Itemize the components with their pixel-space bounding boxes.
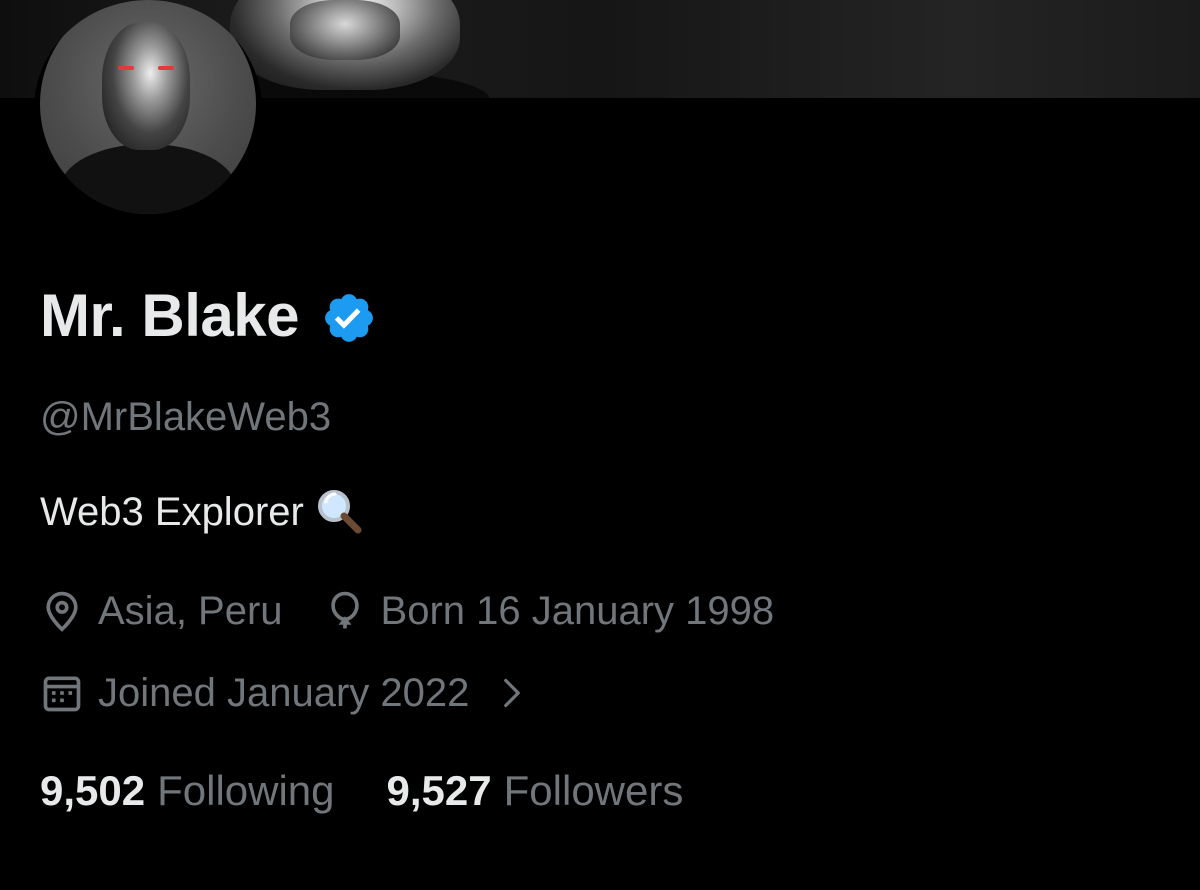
user-handle: @MrBlakeWeb3 (40, 395, 332, 439)
following-link[interactable]: 9,502 Following (40, 764, 335, 818)
banner-chrome-mask (230, 0, 460, 90)
location-text: Asia, Peru (98, 589, 283, 633)
avatar-photo (40, 0, 256, 214)
follow-stats: 9,502 Following 9,527 Followers (40, 764, 683, 818)
location-item: Asia, Peru (40, 586, 283, 636)
avatar-eye-left (118, 66, 134, 70)
joined-text: Joined January 2022 (98, 671, 470, 715)
balloon-icon (330, 591, 359, 629)
avatar-eye-right (158, 66, 174, 70)
calendar-icon (43, 676, 81, 712)
avatar-body (60, 144, 236, 214)
bio: Web3 Explorer (40, 486, 366, 538)
followers-label: Followers (503, 767, 684, 814)
birthday-text: Born 16 January 1998 (380, 589, 775, 633)
display-name: Mr. Blake (40, 282, 299, 349)
location-pin-icon (46, 591, 78, 632)
following-count: 9,502 (40, 767, 146, 814)
avatar-chrome-mask (102, 22, 190, 150)
following-label: Following (157, 767, 335, 814)
profile-meta-row-1: Asia, Peru Born 16 January 1998 (40, 586, 774, 636)
bio-text: Web3 Explorer (40, 490, 304, 534)
followers-count: 9,527 (386, 767, 492, 814)
followers-link[interactable]: 9,527 Followers (387, 764, 684, 818)
verified-badge-icon[interactable] (321, 290, 377, 346)
joined-item[interactable]: Joined January 2022 (40, 668, 469, 718)
birthday-item: Born 16 January 1998 (323, 586, 775, 636)
chevron-right-icon[interactable] (497, 673, 527, 713)
magnifying-glass-emoji-icon (317, 490, 362, 534)
name-row: Mr. Blake (40, 278, 377, 354)
avatar[interactable] (34, 0, 262, 218)
profile-meta-row-2[interactable]: Joined January 2022 (40, 668, 527, 718)
